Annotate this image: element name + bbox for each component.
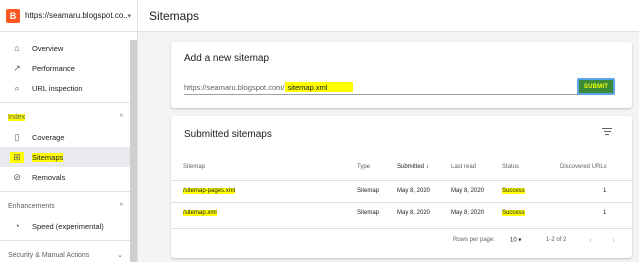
section-label: Index: [8, 113, 26, 121]
cell-type: Sitemap: [357, 187, 380, 194]
sitemap-url-field[interactable]: https://seamaru.blogspot.com/: [184, 80, 580, 95]
col-submitted-label: Submitted: [397, 164, 425, 170]
page-header: Sitemaps: [138, 0, 639, 32]
cell-status: Success: [502, 187, 525, 194]
sidebar-item-label: Performance: [32, 63, 75, 73]
sidebar-item-url-inspection[interactable]: ⌕ URL inspection: [0, 78, 137, 98]
sidebar-item-sitemaps[interactable]: ⊞ Sitemaps: [0, 147, 137, 167]
speed-gauge-icon: ◔: [14, 221, 20, 231]
rows-per-page-value: 10: [510, 237, 517, 243]
cell-sitemap: /sitemap.xml: [183, 209, 217, 216]
col-status[interactable]: Status: [502, 164, 519, 170]
trending-icon: ↗: [13, 62, 21, 73]
sitemap-input[interactable]: [285, 82, 354, 92]
section-label: Security & Manual Actions: [8, 251, 90, 259]
cell-discovered: 1: [603, 209, 607, 216]
next-page-icon[interactable]: ›: [612, 235, 615, 245]
col-last-read[interactable]: Last read: [451, 164, 476, 170]
prev-page-icon[interactable]: ‹: [589, 235, 592, 245]
sidebar-item-speed[interactable]: ◔ Speed (experimental): [0, 216, 137, 236]
document-icon: ▯: [14, 131, 20, 142]
dropdown-caret-icon: ▾: [127, 12, 131, 20]
section-security[interactable]: Security & Manual Actions ⌄: [0, 245, 137, 262]
sidebar: B https://seamaru.blogspot.co... ▾ ⌂ Ove…: [0, 0, 138, 262]
cell-last-read: May 8, 2020: [451, 187, 485, 194]
sidebar-item-coverage[interactable]: ▯ Coverage: [0, 127, 137, 147]
cell-type: Sitemap: [357, 209, 380, 216]
section-label: Enhancements: [8, 202, 55, 210]
sidebar-item-label: URL inspection: [32, 83, 83, 93]
col-submitted[interactable]: Submitted ↓: [397, 164, 429, 170]
divider: [0, 191, 137, 192]
submit-button[interactable]: SUBMIT: [577, 78, 615, 95]
sidebar-item-removals[interactable]: ⊘ Removals: [0, 167, 137, 187]
table-row[interactable]: /sitemap-pages.xml Sitemap May 8, 2020 M…: [171, 180, 632, 200]
rows-per-page-label: Rows per page:: [453, 236, 496, 243]
page-range: 1-2 of 2: [546, 236, 567, 243]
table-row[interactable]: /sitemap.xml Sitemap May 8, 2020 May 8, …: [171, 202, 632, 222]
col-discovered-urls[interactable]: Discovered URLs: [560, 164, 607, 170]
search-icon: ⌕: [14, 82, 20, 93]
card-title: Add a new sitemap: [184, 53, 270, 64]
col-sitemap[interactable]: Sitemap: [183, 164, 205, 170]
collapse-icon: ^: [119, 113, 123, 121]
blogger-logo-icon: B: [6, 8, 20, 23]
sidebar-item-label: Speed (experimental): [32, 221, 104, 231]
cell-last-read: May 8, 2020: [451, 209, 485, 216]
cell-sitemap: /sitemap-pages.xml: [183, 187, 236, 194]
sidebar-scrollbar[interactable]: [130, 40, 137, 262]
sitemap-icon: ⊞: [10, 151, 24, 163]
sort-arrow-icon: ↓: [425, 164, 429, 170]
divider: [0, 240, 137, 241]
section-enhancements[interactable]: Enhancements ^: [0, 196, 137, 216]
home-icon: ⌂: [14, 43, 20, 53]
cell-discovered: 1: [603, 187, 607, 194]
sidebar-item-label: Removals: [32, 172, 66, 182]
filter-icon[interactable]: [602, 128, 612, 137]
divider: [0, 102, 137, 103]
collapse-icon: ^: [119, 202, 123, 210]
col-type[interactable]: Type: [357, 164, 370, 170]
sidebar-item-label: Sitemaps: [32, 152, 64, 162]
cell-submitted: May 8, 2020: [397, 209, 431, 216]
table-header: Sitemap Type Submitted ↓ Last read Statu…: [171, 160, 632, 174]
eye-off-icon: ⊘: [13, 171, 21, 182]
url-prefix: https://seamaru.blogspot.com/: [184, 82, 285, 92]
cell-submitted: May 8, 2020: [397, 187, 431, 194]
sidebar-item-label: Coverage: [32, 132, 65, 142]
cell-status: Success: [502, 209, 525, 216]
property-url: https://seamaru.blogspot.co...: [25, 11, 128, 20]
dropdown-caret-icon: ▾: [518, 237, 522, 243]
property-selector[interactable]: B https://seamaru.blogspot.co... ▾: [0, 0, 137, 32]
submitted-sitemaps-card: Submitted sitemaps Sitemap Type Submitte…: [171, 116, 632, 258]
card-title: Submitted sitemaps: [184, 129, 272, 140]
expand-icon: ⌄: [117, 252, 123, 259]
table-pagination: Rows per page: 10 ▾ 1-2 of 2 ‹ ›: [171, 228, 632, 250]
sidebar-item-performance[interactable]: ↗ Performance: [0, 58, 137, 78]
sidebar-item-overview[interactable]: ⌂ Overview: [0, 38, 137, 58]
sidebar-item-label: Overview: [32, 43, 64, 53]
add-sitemap-card: Add a new sitemap https://seamaru.blogsp…: [171, 42, 632, 108]
section-index[interactable]: Index ^: [0, 107, 137, 127]
rows-per-page-select[interactable]: 10 ▾: [510, 236, 521, 243]
page-title: Sitemaps: [149, 8, 200, 23]
